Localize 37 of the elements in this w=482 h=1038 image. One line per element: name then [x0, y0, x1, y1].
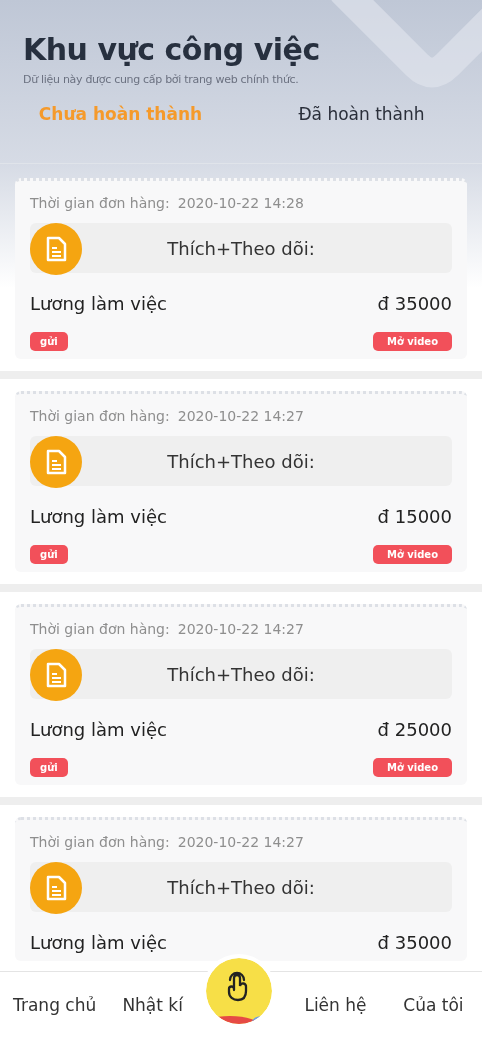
salary-amount: đ 35000: [377, 293, 452, 314]
nav-item[interactable]: Trang chủ: [13, 995, 97, 1015]
order-time-label: Thời gian đơn hàng:: [30, 408, 170, 424]
nav-item[interactable]: Nhật kí: [122, 995, 183, 1015]
action-button[interactable]: Mở video: [372, 758, 452, 777]
order-time-label: Thời gian đơn hàng:: [30, 195, 170, 211]
tab[interactable]: Đã hoàn thành: [241, 104, 482, 124]
document-icon: [30, 436, 82, 488]
task-name: Thích+Theo dõi:: [166, 450, 316, 472]
document-icon: [30, 223, 82, 275]
salary-label: Lương làm việc: [30, 506, 167, 527]
action-button[interactable]: Mở video: [372, 332, 452, 351]
order-time: 2020-10-22 14:28: [177, 195, 304, 211]
salary-label: Lương làm việc: [30, 719, 167, 740]
order-time-label: Thời gian đơn hàng:: [30, 621, 170, 637]
order-time: 2020-10-22 14:27: [177, 408, 304, 424]
task-name: Thích+Theo dõi:: [166, 663, 316, 685]
task-name: Thích+Theo dõi:: [166, 876, 316, 898]
salary-label: Lương làm việc: [30, 932, 167, 953]
order-time: 2020-10-22 14:27: [177, 621, 304, 637]
nav-item[interactable]: Của tôi: [403, 995, 464, 1015]
action-button[interactable]: Mở video: [372, 545, 452, 564]
action-button[interactable]: gửi: [30, 332, 68, 351]
order-time: 2020-10-22 14:27: [177, 834, 304, 850]
action-button[interactable]: gửi: [30, 758, 68, 777]
task-name: Thích+Theo dõi:: [166, 237, 316, 259]
salary-amount: đ 35000: [377, 932, 452, 953]
action-button[interactable]: gửi: [30, 545, 68, 564]
salary-amount: đ 25000: [377, 719, 452, 740]
page-subtitle: Dữ liệu này được cung cấp bởi trang web chính thức.: [22, 73, 300, 86]
document-icon: [30, 862, 82, 914]
nav-item[interactable]: Liên hệ: [304, 995, 367, 1015]
page-title: Khu vực công việc: [22, 32, 321, 67]
order-time-label: Thời gian đơn hàng:: [30, 834, 170, 850]
salary-amount: đ 15000: [377, 506, 452, 527]
salary-label: Lương làm việc: [30, 293, 167, 314]
document-icon: [30, 649, 82, 701]
